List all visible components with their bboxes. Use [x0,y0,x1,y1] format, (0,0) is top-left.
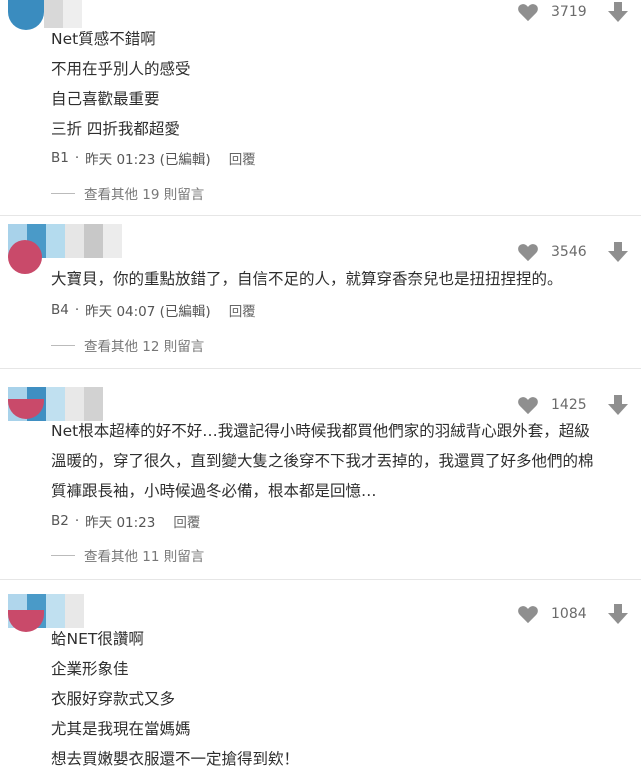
heart-icon[interactable] [517,604,539,624]
timestamp: 昨天 04:07 (已編輯) [85,304,211,320]
vote-bar: 3719 [517,0,629,24]
comment-meta: B1 · 昨天 01:23 (已編輯) 回覆 [51,148,256,168]
like-count: 3546 [551,244,587,260]
floor-label: B4 [51,302,69,318]
comment-item: 3546 大寶貝，你的重點放錯了，自信不足的人，就算穿香奈兒也是扭扭捏捏的。 B… [0,216,641,366]
vote-bar: 3546 [517,240,629,264]
arrow-down-icon[interactable] [607,241,629,263]
comment-item: 3719 Net質感不錯啊 不用在乎別人的感受 自己喜歡最重要 三折 四折我都超… [0,0,641,215]
view-more-replies[interactable]: 查看其他 11 則留言 [51,545,204,565]
floor-label: B1 [51,150,69,166]
comment-text: Net質感不錯啊 不用在乎別人的感受 自己喜歡最重要 三折 四折我都超愛 [51,30,191,138]
heart-icon[interactable] [517,242,539,262]
like-count: 3719 [551,4,587,20]
comment-meta: B2 · 昨天 01:23 回覆 [51,511,201,531]
reply-button[interactable]: 回覆 [229,300,256,320]
arrow-down-icon[interactable] [607,603,629,625]
floor-label: B2 [51,513,69,529]
timestamp: 昨天 01:23 [85,515,156,531]
arrow-down-icon[interactable] [607,394,629,416]
comment-item: 1425 Net根本超棒的好不好…我還記得小時候我都買他們家的羽絨背心跟外套，超… [0,369,641,579]
like-count: 1084 [551,606,587,622]
timestamp: 昨天 01:23 (已編輯) [85,152,211,168]
view-more-replies[interactable]: 查看其他 12 則留言 [51,335,204,355]
reply-button[interactable]: 回覆 [229,148,256,168]
vote-bar: 1084 [517,602,629,626]
avatar[interactable] [8,224,122,274]
like-count: 1425 [551,397,587,413]
heart-icon[interactable] [517,395,539,415]
comment-text: 蛤NET很讚啊 企業形象佳 衣服好穿款式又多 尤其是我現在當媽媽 想去買嫩嬰衣服… [51,630,300,768]
comment-text: Net根本超棒的好不好…我還記得小時候我都買他們家的羽絨背心跟外套，超級 溫暖的… [51,422,594,500]
vote-bar: 1425 [517,393,629,417]
comment-text: 大寶貝，你的重點放錯了，自信不足的人，就算穿香奈兒也是扭扭捏捏的。 [51,270,563,288]
arrow-down-icon[interactable] [607,1,629,23]
comment-item: 1084 蛤NET很讚啊 企業形象佳 衣服好穿款式又多 尤其是我現在當媽媽 想去… [0,580,641,777]
reply-button[interactable]: 回覆 [173,511,200,531]
comment-meta: B4 · 昨天 04:07 (已編輯) 回覆 [51,300,256,320]
heart-icon[interactable] [517,2,539,22]
view-more-replies[interactable]: 查看其他 19 則留言 [51,183,204,203]
